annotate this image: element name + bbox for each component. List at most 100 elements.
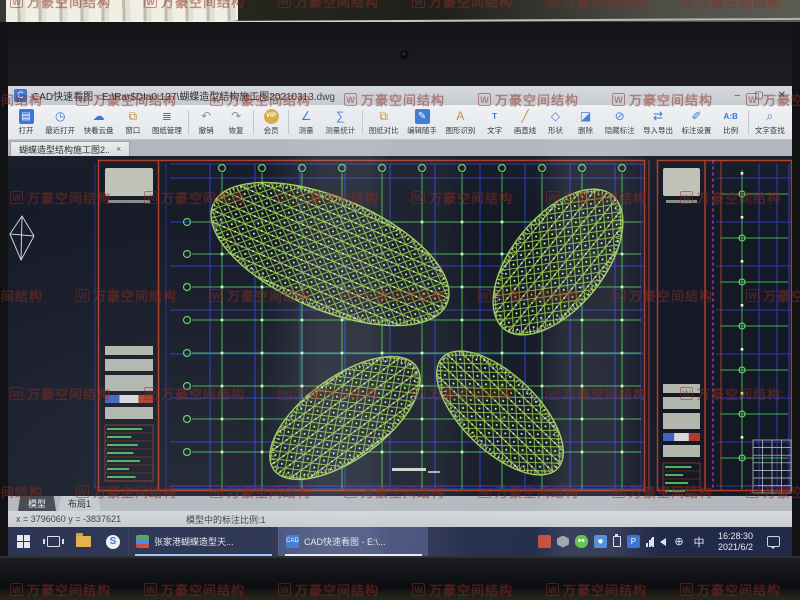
toolbar-button-scale[interactable]: A:B比例 [716, 106, 746, 139]
screenshot-photo: C CAD快速看图 - E:\Rar$DIa0.137\蝴蝶造型结构施工图202… [0, 0, 800, 600]
toolbar-button-drawing-manager[interactable]: ≣图纸管理 [148, 106, 186, 139]
tab-model[interactable]: 模型 [18, 496, 56, 511]
toolbar-label-scale: 比例 [723, 125, 738, 136]
taskbar-app-doc-window[interactable]: 张家港蝴蝶造型天... [128, 527, 278, 556]
cad-drawing[interactable] [8, 156, 792, 496]
toolbar-label-import-export: 导入导出 [643, 125, 673, 136]
toolbar-separator [188, 110, 189, 134]
toolbar-separator [748, 110, 749, 134]
hexagon-app-icon[interactable] [557, 536, 569, 548]
shape-icon: ◇ [551, 109, 560, 124]
cursor-coordinates: x = 3796060 y = -3837621 [16, 514, 176, 524]
cad-canvas[interactable]: 激活 Windows 转到“设置”以激活 Windows。 [8, 156, 792, 496]
laptop-left-bezel [0, 22, 8, 556]
status-bar: x = 3796060 y = -3837621 模型中的标注比例:1 [8, 511, 792, 527]
toolbar-label-shape: 形状 [548, 125, 563, 136]
message-app-icon[interactable] [594, 535, 607, 548]
laptop-right-bezel [792, 22, 800, 556]
document-tab[interactable]: 蝴蝶造型结构施工图2.. × [10, 141, 130, 156]
action-center-icon[interactable] [767, 536, 780, 547]
usb-device-icon[interactable] [613, 536, 621, 547]
file-explorer-button[interactable] [68, 527, 98, 556]
toolbar-separator [288, 110, 289, 134]
taskbar-app-label: 张家港蝴蝶造型天... [154, 535, 234, 548]
clock-date: 2021/6/2 [718, 542, 753, 553]
toolbar-label-recent-open: 最近打开 [45, 125, 75, 136]
undo-icon: ↶ [201, 109, 211, 124]
speaker-icon[interactable] [660, 538, 666, 546]
clock-time: 16:28:30 [718, 531, 753, 542]
toolbar-button-text[interactable]: T文字 [480, 106, 510, 139]
toolbar-button-erase[interactable]: ◪删除 [571, 106, 601, 139]
cloud-disk-icon: ☁ [93, 109, 105, 124]
app-active-underline [285, 554, 422, 556]
toolbar-button-drawing-compare[interactable]: ⧉图纸对比 [365, 106, 403, 139]
toolbar-label-cloud-disk: 快看云盘 [84, 125, 114, 136]
task-view-button[interactable] [38, 527, 68, 556]
toolbar-label-drawing-compare: 图纸对比 [369, 125, 399, 136]
document-tab-bar: 蝴蝶造型结构施工图2.. × [8, 140, 792, 156]
toolbar-label-annotation-settings: 标注设置 [681, 125, 711, 136]
toolbar-button-undo[interactable]: ↶撤销 [191, 106, 221, 139]
toolbar-button-measure-stats[interactable]: ∑测量统计 [321, 106, 359, 139]
close-button[interactable]: ✕ [778, 90, 786, 101]
tab-close-icon[interactable]: × [116, 144, 121, 154]
toolbar-button-vip-member[interactable]: VIP会员 [256, 106, 286, 139]
start-button[interactable] [8, 527, 38, 556]
recent-open-icon: ◷ [55, 109, 65, 124]
doc-window-icon [136, 535, 149, 548]
minimize-button[interactable]: – [735, 90, 741, 101]
toolbar-button-redo[interactable]: ↷恢复 [221, 106, 251, 139]
cad-window-icon: CAD [286, 535, 299, 548]
model-layout-tabs: 模型 布局1 [8, 496, 792, 511]
toolbar-button-recent-open[interactable]: ◷最近打开 [41, 106, 79, 139]
system-tray: P ⊕ 中 16:28:30 2021/6/2 [532, 527, 792, 556]
toolbar-button-text-search[interactable]: ⌕文字查找 [751, 106, 789, 139]
toolbar-button-annotation-settings[interactable]: ✐标注设置 [677, 106, 715, 139]
title-bar: C CAD快速看图 - E:\Rar$DIa0.137\蝴蝶造型结构施工图202… [8, 86, 792, 105]
app-icon: C [14, 89, 27, 102]
import-export-icon: ⇄ [653, 109, 663, 124]
hide-annotation-icon: ⊘ [615, 109, 625, 124]
toolbar-button-hide-annotation[interactable]: ⊘隐藏标注 [601, 106, 639, 139]
toolbar-label-text: 文字 [487, 125, 502, 136]
ime-indicator[interactable]: 中 [692, 535, 706, 549]
sogou-browser-button[interactable]: S [98, 527, 128, 556]
shape-recognize-icon: A [456, 109, 464, 124]
flag-app-icon[interactable]: P [627, 535, 640, 548]
maximize-button[interactable]: ▢ [754, 90, 763, 101]
toolbar-button-shape[interactable]: ◇形状 [541, 106, 571, 139]
task-view-icon [47, 536, 60, 547]
draw-line-icon: ╱ [521, 109, 528, 124]
toolbar-button-shape-recognize[interactable]: A图形识别 [441, 106, 479, 139]
vip-member-icon: VIP [264, 109, 279, 124]
text-icon: T [492, 109, 497, 124]
window-icon: ⧉ [128, 109, 137, 124]
network-globe-icon[interactable]: ⊕ [672, 535, 686, 549]
taskbar-clock[interactable]: 16:28:30 2021/6/2 [712, 531, 759, 553]
wechat-icon[interactable] [575, 535, 588, 548]
toolbar-button-window[interactable]: ⧉窗口 [118, 106, 148, 139]
tab-layout1[interactable]: 布局1 [58, 496, 101, 511]
toolbar-separator [362, 110, 363, 134]
taskbar-app-cad-window[interactable]: CAD CAD快速看图 - E:\... [278, 527, 428, 556]
document-tab-label: 蝴蝶造型结构施工图2.. [19, 143, 110, 156]
toolbar-button-edit-sketch[interactable]: ✎编辑随手 [403, 106, 441, 139]
taskbar-app-label: CAD快速看图 - E:\... [304, 535, 386, 548]
red-app-icon[interactable] [538, 535, 551, 548]
redo-icon: ↷ [231, 109, 241, 124]
toolbar-label-edit-sketch: 编辑随手 [407, 125, 437, 136]
toolbar-label-measure: 测量 [299, 125, 314, 136]
toolbar: ▤打开◷最近打开☁快看云盘⧉窗口≣图纸管理↶撤销↷恢复VIP会员∠测量∑测量统计… [8, 105, 792, 140]
toolbar-button-draw-line[interactable]: ╱画直线 [510, 106, 541, 139]
windows-taskbar: S 张家港蝴蝶造型天... CAD CAD快速看图 - E:\... P ⊕ 中 16… [8, 527, 792, 556]
toolbar-button-import-export[interactable]: ⇄导入导出 [639, 106, 677, 139]
toolbar-button-measure[interactable]: ∠测量 [291, 106, 321, 139]
windows-logo-icon [17, 535, 30, 548]
toolbar-label-text-search: 文字查找 [755, 125, 785, 136]
toolbar-label-erase: 删除 [578, 125, 593, 136]
toolbar-button-cloud-disk[interactable]: ☁快看云盘 [79, 106, 117, 139]
toolbar-separator [253, 110, 254, 134]
toolbar-button-open[interactable]: ▤打开 [11, 106, 41, 139]
measure-icon: ∠ [301, 109, 312, 124]
